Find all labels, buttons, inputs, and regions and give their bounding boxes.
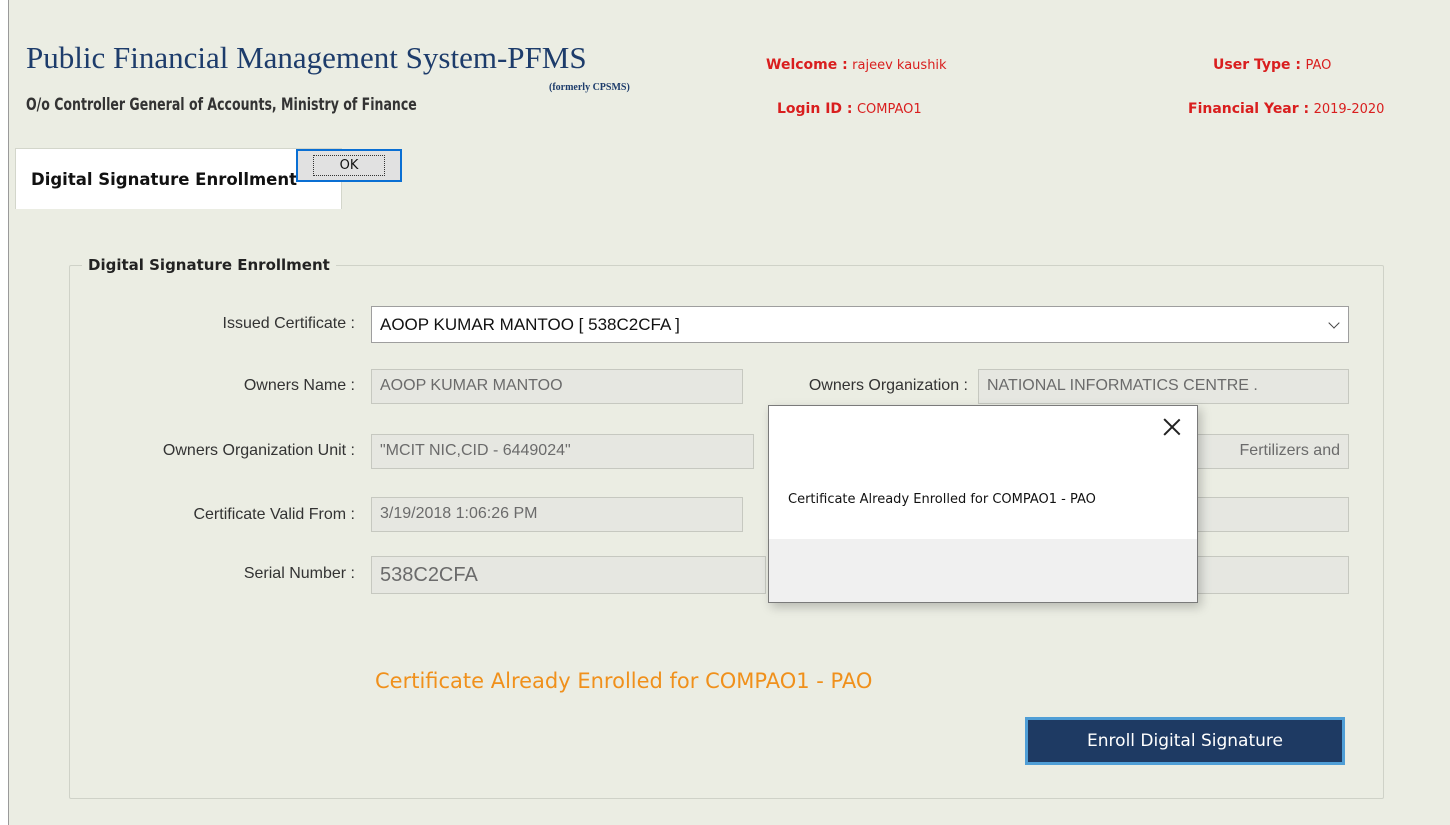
- chevron-down-icon: [1328, 317, 1340, 329]
- user-type-value: PAO: [1305, 58, 1332, 73]
- dialog-ok-button[interactable]: OK: [296, 149, 402, 182]
- issued-certificate-label: Issued Certificate :: [222, 315, 356, 332]
- status-message: Certificate Already Enrolled for COMPAO1…: [375, 669, 873, 693]
- enroll-digital-signature-button[interactable]: Enroll Digital Signature: [1025, 717, 1345, 765]
- issued-certificate-value: AOOP KUMAR MANTOO [ 538C2CFA ]: [380, 315, 680, 334]
- dialog-footer: [769, 539, 1197, 602]
- dialog-ok-label: OK: [312, 155, 386, 176]
- owners-name-field[interactable]: AOOP KUMAR MANTOO: [371, 369, 743, 404]
- owners-organization-label: Owners Organization :: [808, 377, 968, 394]
- owners-org-unit-label: Owners Organization Unit :: [162, 442, 355, 459]
- tab-digital-signature-enrollment[interactable]: Digital Signature Enrollment: [15, 148, 342, 210]
- formerly-note: (formerly CPSMS): [549, 82, 630, 93]
- user-type-label: User Type :: [1213, 57, 1301, 73]
- financial-year-label: Financial Year :: [1188, 101, 1310, 117]
- message-dialog: Certificate Already Enrolled for COMPAO1…: [768, 405, 1198, 603]
- valid-from-field[interactable]: 3/19/2018 1:06:26 PM: [371, 497, 743, 532]
- issued-certificate-select[interactable]: AOOP KUMAR MANTOO [ 538C2CFA ]: [371, 306, 1349, 343]
- tab-label: Digital Signature Enrollment: [31, 170, 297, 189]
- welcome-info: Welcome : rajeev kaushik: [766, 57, 947, 73]
- app-title: Public Financial Management System-PFMS: [26, 40, 587, 75]
- welcome-user-name: rajeev kaushik: [852, 58, 947, 73]
- serial-number-field[interactable]: 538C2CFA: [371, 556, 766, 594]
- owners-org-unit-field[interactable]: "MCIT NIC,CID - 6449024": [371, 434, 754, 469]
- owners-organization-field[interactable]: NATIONAL INFORMATICS CENTRE .: [978, 369, 1349, 404]
- user-type-info: User Type : PAO: [1213, 57, 1331, 73]
- login-id-value: COMPAO1: [856, 102, 922, 117]
- organization-subtitle: O/o Controller General of Accounts, Mini…: [26, 95, 417, 115]
- welcome-label: Welcome :: [766, 57, 848, 73]
- valid-from-label: Certificate Valid From :: [193, 506, 355, 523]
- login-id-label: Login ID :: [777, 101, 853, 117]
- serial-number-label: Serial Number :: [243, 565, 355, 582]
- close-icon[interactable]: [1161, 416, 1183, 438]
- financial-year-value: 2019-2020: [1313, 102, 1385, 117]
- dialog-message: Certificate Already Enrolled for COMPAO1…: [788, 492, 1096, 507]
- financial-year-info: Financial Year : 2019-2020: [1188, 101, 1384, 117]
- groupbox-legend: Digital Signature Enrollment: [88, 256, 330, 274]
- owners-name-label: Owners Name :: [243, 377, 355, 394]
- login-info: Login ID : COMPAO1: [777, 101, 922, 117]
